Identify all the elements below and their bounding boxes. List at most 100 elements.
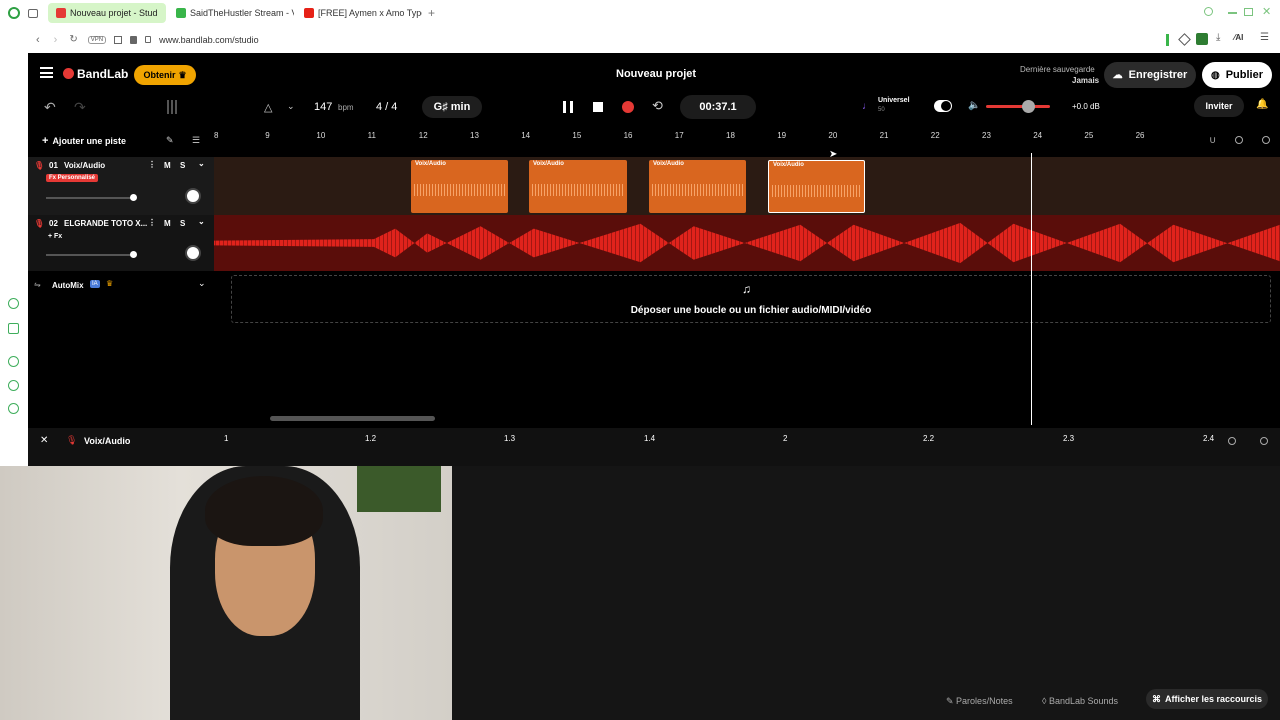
track-header-2[interactable]: 🎙 02 ELGRANDE TOTO X... ⋮ M S ⌄ + Fx	[28, 215, 214, 271]
redo-icon[interactable]: ↷	[74, 99, 86, 116]
brand-name[interactable]: BandLab	[77, 67, 128, 81]
loop-icon[interactable]: ⟲	[652, 98, 663, 114]
forward-icon[interactable]: ›	[54, 34, 58, 46]
tools-icon[interactable]	[167, 100, 179, 114]
extensions-icon[interactable]	[1178, 33, 1191, 46]
mute-button[interactable]: M	[164, 219, 171, 228]
tab-twitch[interactable]: SaidTheHustler Stream - V	[168, 3, 294, 23]
menu-icon[interactable]: ☰	[1260, 32, 1269, 43]
audio-clip[interactable]: Voix/Audio	[411, 160, 508, 213]
fx-add-button[interactable]: + Fx	[48, 233, 62, 240]
drop-zone[interactable]: ♫ Déposer une boucle ou un fichier audio…	[231, 275, 1271, 323]
reload-icon[interactable]: ↻	[69, 34, 77, 45]
solo-button[interactable]: S	[180, 161, 185, 170]
fx-badge[interactable]: Fx Personnalisé	[46, 174, 99, 182]
zoom-out-icon[interactable]	[1235, 136, 1243, 144]
editor-ruler[interactable]: 1 1.2 1.3 1.4 2 2.2 2.3 2.4	[214, 432, 1214, 446]
url-text[interactable]: www.bandlab.com/studio	[159, 35, 259, 45]
sidebar-play-icon[interactable]	[8, 356, 19, 367]
automix-row[interactable]: ⇋ AutoMix IA ♛ ⌄	[28, 275, 214, 297]
download-icon[interactable]: ⤓	[1216, 32, 1220, 43]
editor-track-icon: 🎙	[66, 435, 78, 445]
save-button[interactable]: ☁ Enregistrer	[1104, 62, 1196, 88]
publish-button[interactable]: ◍ Publier	[1202, 62, 1272, 88]
get-membership-button[interactable]: Obtenir ♛	[134, 65, 196, 85]
sidebar-settings-icon[interactable]	[8, 403, 19, 414]
record-button[interactable]	[622, 101, 634, 113]
maximize-icon[interactable]	[1244, 8, 1253, 16]
universal-toggle[interactable]	[934, 100, 952, 112]
transport-toolbar: ↶ ↷ △ ⌄ 147 bpm 4 / 4 G♯ min ⟲ 00:37.1 ♩…	[28, 95, 1280, 133]
time-signature[interactable]: 4 / 4	[376, 101, 397, 113]
ai-icon[interactable]: ⁄AI	[1234, 33, 1243, 42]
expand-icon[interactable]: ⌄	[198, 217, 205, 226]
editor-zoom-out-icon[interactable]	[1228, 437, 1236, 445]
metronome-icon[interactable]: △	[264, 101, 272, 114]
track-settings-icon[interactable]: ☰	[192, 135, 200, 146]
sidebar-refresh-icon[interactable]	[8, 298, 19, 309]
pause-button[interactable]	[563, 101, 573, 113]
track-options-icon[interactable]: ⋮	[148, 160, 156, 169]
editor-zoom-in-icon[interactable]	[1260, 437, 1268, 445]
tracker-icon[interactable]	[130, 35, 138, 44]
solo-button[interactable]: S	[180, 219, 185, 228]
audio-clip[interactable]: Voix/Audio	[649, 160, 746, 213]
audio-waveform[interactable]	[214, 222, 1280, 264]
volume-slider[interactable]	[46, 194, 137, 201]
back-icon[interactable]: ‹	[36, 34, 40, 46]
magnet-icon[interactable]: ∪	[1209, 135, 1216, 146]
bpm-value[interactable]: 147	[314, 101, 332, 113]
snapshot-icon[interactable]	[114, 35, 123, 44]
opera-logo-icon[interactable]	[8, 7, 20, 19]
track-name[interactable]: Voix/Audio	[64, 161, 105, 170]
pan-knob[interactable]	[185, 245, 201, 261]
key-selector[interactable]: G♯ min	[422, 96, 482, 118]
shortcuts-button[interactable]: ⌘ Afficher les raccourcis	[1146, 689, 1268, 709]
hamburger-menu-icon[interactable]	[40, 67, 53, 78]
invite-button[interactable]: Inviter	[1194, 95, 1244, 117]
pan-knob[interactable]	[185, 188, 201, 204]
expand-icon[interactable]: ⌄	[198, 159, 205, 168]
mute-button[interactable]: M	[164, 161, 171, 170]
sidebar-clock-icon[interactable]	[8, 380, 19, 391]
metronome-dropdown-icon[interactable]: ⌄	[287, 101, 295, 112]
audio-clip-selected[interactable]: Voix/Audio	[768, 160, 865, 213]
extension-green-icon[interactable]	[1196, 33, 1208, 45]
master-volume-slider[interactable]	[986, 100, 1050, 113]
tab-bandlab[interactable]: Nouveau projet - Stud	[48, 3, 166, 23]
bandlab-sounds-button[interactable]: ◊ BandLab Sounds	[1042, 696, 1118, 706]
new-tab-icon[interactable]: +	[428, 6, 435, 20]
workspace-icon[interactable]	[28, 8, 38, 18]
chevron-down-icon[interactable]: ⌄	[198, 278, 206, 289]
pencil-icon[interactable]: ✎	[166, 135, 174, 146]
volume-slider[interactable]	[46, 251, 137, 258]
zoom-in-icon[interactable]	[1262, 136, 1270, 144]
add-track-button[interactable]: + Ajouter une piste	[42, 135, 126, 147]
track-name[interactable]: ELGRANDE TOTO X...	[64, 219, 147, 228]
bell-icon[interactable]: 🔔	[1256, 99, 1268, 110]
timeline-ruler[interactable]: 8 9 10 11 12 13 14 15 16 17 18 19 20 21 22 23 24 25 26	[214, 129, 1280, 143]
stop-button[interactable]	[593, 102, 603, 112]
track-options-icon[interactable]: ⋮	[148, 218, 156, 227]
bandlab-tab-icon	[56, 8, 66, 18]
speaker-icon[interactable]: 🔈	[968, 100, 980, 111]
minimize-icon[interactable]	[1228, 12, 1237, 14]
audio-clip[interactable]: Voix/Audio	[529, 160, 627, 213]
track-lane-2[interactable]	[214, 215, 1280, 271]
track-lane-1[interactable]: Voix/Audio Voix/Audio Voix/Audio Voix/Au…	[214, 157, 1280, 215]
universal-label[interactable]: Universel	[878, 97, 910, 104]
horizontal-scrollbar[interactable]	[270, 416, 435, 421]
lyrics-button[interactable]: ✎ Paroles/Notes	[946, 696, 1013, 707]
search-icon[interactable]	[1204, 7, 1213, 16]
editor-area[interactable]: ✎ Paroles/Notes ◊ BandLab Sounds ⌘ Affich…	[452, 466, 1280, 720]
close-window-icon[interactable]: ✕	[1262, 5, 1271, 18]
undo-icon[interactable]: ↶	[44, 99, 56, 116]
vpn-badge[interactable]: VPN	[87, 35, 107, 44]
close-editor-icon[interactable]: ✕	[40, 435, 48, 446]
sidebar-bag-icon[interactable]	[8, 323, 19, 334]
tab-youtube[interactable]: [FREE] Aymen x Amo Type	[296, 3, 422, 23]
project-title[interactable]: Nouveau projet	[616, 68, 696, 80]
track-header-1[interactable]: 🎙 01 Voix/Audio ⋮ M S ⌄ Fx Personnalisé	[28, 157, 214, 215]
universal-icon[interactable]: ♩	[862, 101, 872, 112]
playhead[interactable]	[1031, 153, 1032, 425]
